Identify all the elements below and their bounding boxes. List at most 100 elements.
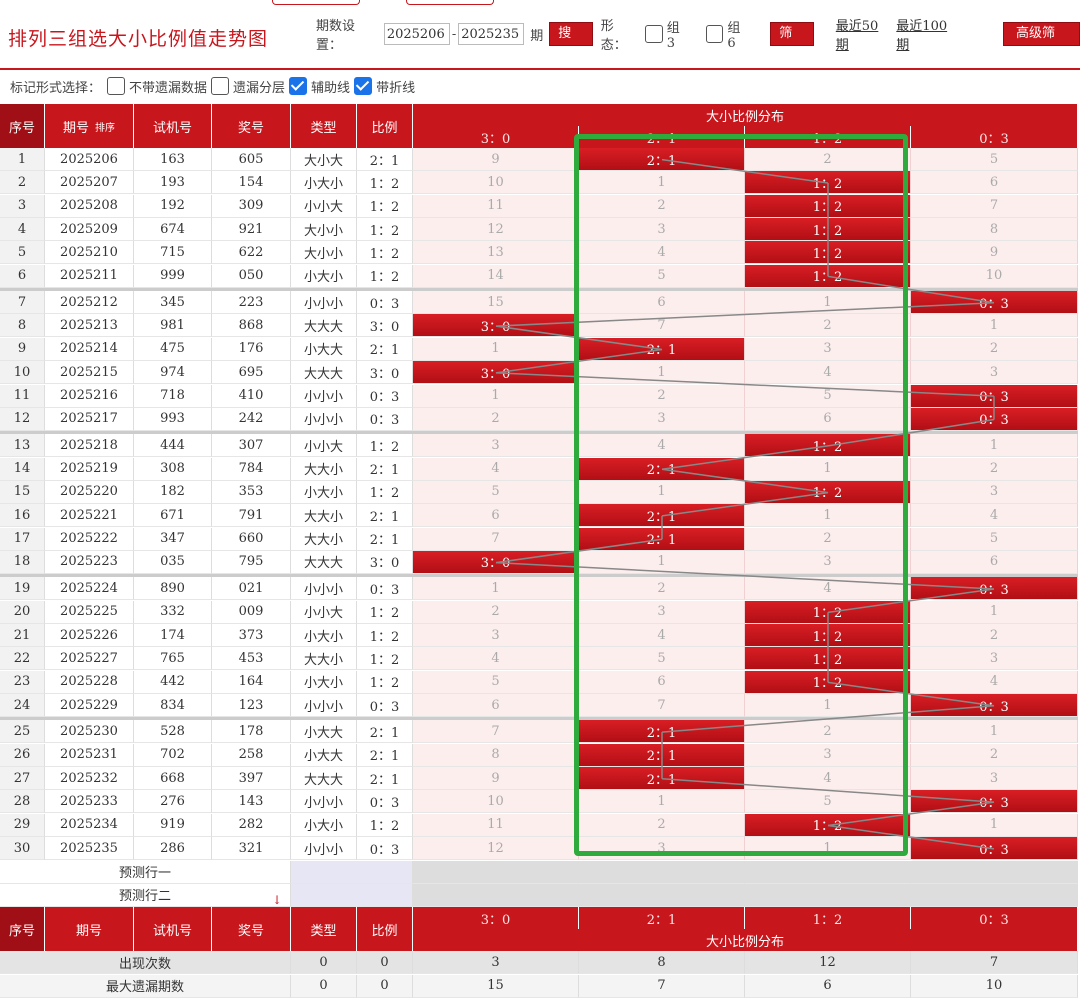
footer-dist-header: 大小比例分布 [413, 929, 1078, 952]
cell-seq: 21 [0, 624, 45, 647]
group6-checkbox[interactable] [705, 25, 724, 43]
top-tab-1[interactable] [272, 0, 360, 5]
period-from-input[interactable] [383, 23, 450, 45]
dist-miss-cell: 8 [413, 743, 579, 767]
footer-col-header: 奖号 [212, 907, 291, 952]
stats-row-appear: 出现次数 0 0 3 8 12 7 [0, 951, 1078, 975]
table-row: 27 2025232 668 397 大大大 2：1 9 2：1 4 3 [0, 767, 1078, 791]
cell-period: 2025224 [45, 577, 134, 601]
filter-button[interactable]: 筛选 [770, 22, 814, 63]
dist-miss-cell: 2 [745, 527, 911, 551]
cell-award: 242 [212, 407, 291, 431]
dist-hit-cell: 0：3 [911, 407, 1078, 431]
predict-cell[interactable] [911, 883, 1078, 907]
predict-cell[interactable] [579, 883, 745, 907]
dist-hit-cell: 1：2 [745, 670, 911, 694]
table-row: 20 2025225 332 009 小小大 1：2 2 3 1：2 1 [0, 600, 1078, 624]
table-row: 28 2025233 276 143 小小小 0：3 10 1 5 0：3 [0, 790, 1078, 814]
col-ratio-header: 比例 [357, 104, 413, 148]
dist-miss-cell: 1 [745, 504, 911, 528]
no-miss-data-checkbox[interactable] [107, 77, 126, 95]
cell-seq: 5 [0, 241, 45, 265]
cell-seq: 20 [0, 600, 45, 624]
cell-award: 223 [212, 291, 291, 315]
cell-test: 192 [134, 194, 212, 218]
col-period-header: 期号 排序 [45, 104, 134, 148]
sort-button[interactable]: 排序 [95, 119, 115, 134]
advanced-filter-button[interactable]: 高级筛选 [1002, 22, 1080, 63]
cell-test: 668 [134, 767, 212, 791]
dist-hit-cell: 1：2 [745, 171, 911, 195]
cell-seq: 17 [0, 527, 45, 551]
table-row: 4 2025209 674 921 大小小 1：2 12 3 1：2 8 [0, 218, 1078, 242]
cell-test: 347 [134, 527, 212, 551]
dist-miss-cell: 1 [579, 171, 745, 195]
cell-award: 784 [212, 457, 291, 481]
cell-ratio: 1：2 [357, 670, 413, 694]
form-label: 形态： [600, 19, 627, 53]
search-button[interactable]: 搜索 [549, 22, 593, 63]
cell-award: 660 [212, 527, 291, 551]
dist-hit-cell: 0：3 [911, 694, 1078, 718]
dist-hit-cell: 2：1 [579, 720, 745, 744]
cell-test: 765 [134, 647, 212, 671]
cell-award: 791 [212, 504, 291, 528]
cell-type: 小小大 [291, 194, 357, 218]
dist-miss-cell: 3 [579, 407, 745, 431]
cell-award: 795 [212, 550, 291, 574]
dist-miss-cell: 7 [911, 194, 1078, 218]
dist-miss-cell: 4 [579, 241, 745, 265]
cell-seq: 6 [0, 264, 45, 288]
dist-hit-cell: 1：2 [745, 600, 911, 624]
cell-seq: 30 [0, 837, 45, 861]
group3-checkbox[interactable] [645, 25, 663, 43]
dist-miss-cell: 1 [413, 577, 579, 601]
dist-miss-cell: 4 [745, 767, 911, 791]
cell-test: 715 [134, 241, 212, 265]
table-row: 23 2025228 442 164 小大小 1：2 5 6 1：2 4 [0, 670, 1078, 694]
cell-ratio: 1：2 [357, 241, 413, 265]
recent100-link[interactable]: 最近100期 [896, 15, 959, 53]
dist-miss-cell: 3 [579, 837, 745, 861]
table-row: 25 2025230 528 178 小大大 2：1 7 2：1 2 1 [0, 720, 1078, 744]
polyline-checkbox[interactable] [354, 77, 373, 95]
predict-cell[interactable] [911, 860, 1078, 884]
cell-type: 小小小 [291, 577, 357, 601]
aux-line-checkbox[interactable] [289, 77, 308, 95]
down-arrow-icon[interactable]: ↓ [272, 893, 282, 907]
predict-cell[interactable] [745, 883, 911, 907]
cell-period: 2025217 [45, 407, 134, 431]
dist-miss-cell: 2 [911, 457, 1078, 481]
cell-seq: 23 [0, 670, 45, 694]
cell-test: 345 [134, 291, 212, 315]
predict-input[interactable] [291, 883, 413, 907]
predict-cell[interactable] [413, 883, 579, 907]
cell-test: 834 [134, 694, 212, 718]
dist-miss-cell: 3 [911, 361, 1078, 385]
cell-period: 2025231 [45, 743, 134, 767]
predict-cell[interactable] [745, 860, 911, 884]
top-tab-2[interactable] [406, 0, 494, 5]
dist-hit-cell: 1：2 [745, 480, 911, 504]
cell-test: 035 [134, 550, 212, 574]
cell-period: 2025207 [45, 171, 134, 195]
predict-cell[interactable] [579, 860, 745, 884]
miss-layer-checkbox[interactable] [211, 77, 230, 95]
predict-label: 预测行一 [0, 860, 291, 884]
dist-miss-cell: 9 [413, 148, 579, 171]
period-to-input[interactable] [458, 23, 525, 45]
predict-input[interactable] [291, 860, 413, 884]
dist-miss-cell: 13 [413, 241, 579, 265]
stats-value: 7 [911, 951, 1078, 975]
predict-cell[interactable] [413, 860, 579, 884]
dist-miss-cell: 11 [413, 194, 579, 218]
cell-test: 890 [134, 577, 212, 601]
cell-ratio: 0：3 [357, 384, 413, 408]
recent50-link[interactable]: 最近50期 [836, 15, 891, 53]
cell-test: 999 [134, 264, 212, 288]
cell-period: 2025232 [45, 767, 134, 791]
cell-test: 718 [134, 384, 212, 408]
no-miss-data-label: 不带遗漏数据 [129, 80, 208, 96]
dist-miss-cell: 7 [413, 527, 579, 551]
col-award-header: 奖号 [212, 104, 291, 148]
